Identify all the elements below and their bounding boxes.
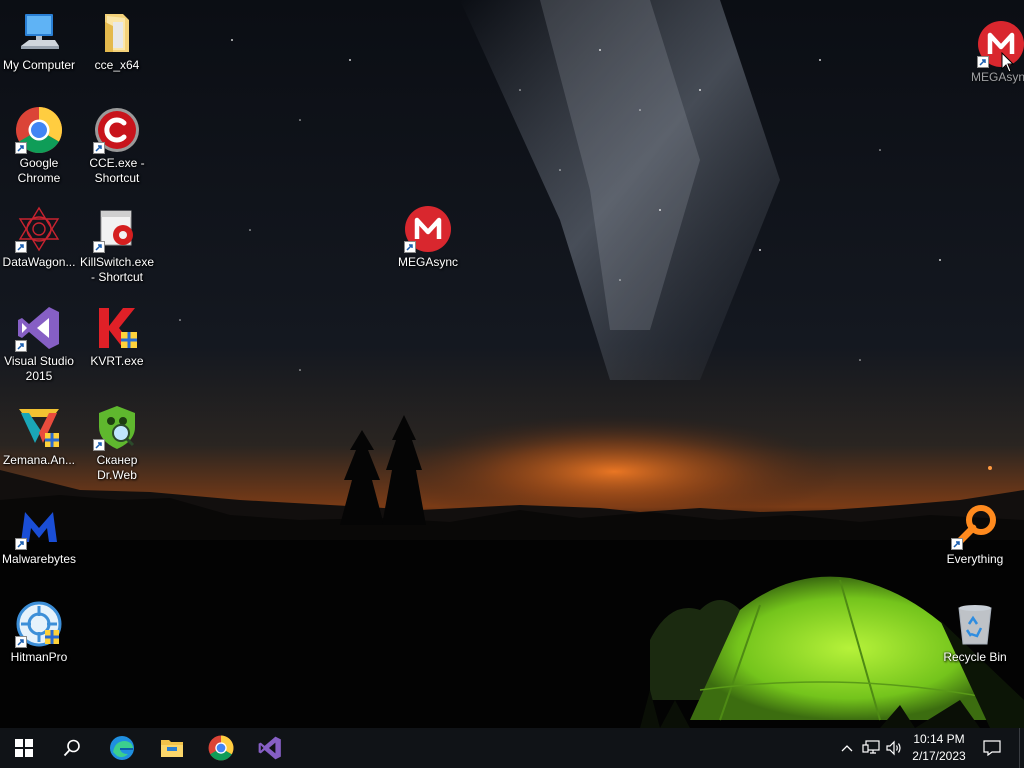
- desktop-icon-drweb-scanner[interactable]: Сканер Dr.Web: [78, 403, 156, 483]
- file-explorer-icon: [161, 740, 183, 757]
- shortcut-arrow-icon: [15, 538, 27, 550]
- taskbar-visual-studio[interactable]: [246, 728, 294, 768]
- taskbar: 10:14 PM 2/17/2023: [0, 728, 1024, 768]
- zemana-icon: [19, 409, 59, 447]
- system-clock[interactable]: 10:14 PM 2/17/2023: [904, 731, 974, 765]
- taskbar-file-explorer[interactable]: [148, 728, 196, 768]
- taskbar-chrome[interactable]: [197, 728, 245, 768]
- desktop-icon-hitmanpro[interactable]: HitmanPro: [0, 600, 78, 665]
- start-icon: [15, 739, 33, 757]
- chevron-up-icon: [841, 745, 853, 752]
- desktop-icon-label: Malwarebytes: [1, 552, 77, 566]
- visual-studio-icon: [258, 736, 281, 760]
- shortcut-arrow-icon: [15, 636, 27, 648]
- desktop-icon-label: KillSwitch.exe - Shortcut: [79, 255, 155, 284]
- shortcut-arrow-icon: [15, 340, 27, 352]
- desktop-icon-kvrt[interactable]: KVRT.exe: [78, 304, 156, 369]
- desktop-icon-malwarebytes[interactable]: Malwarebytes: [0, 502, 78, 567]
- desktop-icon-label: My Computer: [2, 58, 76, 72]
- desktop-icon-label: Recycle Bin: [943, 650, 1007, 664]
- network-button[interactable]: [861, 738, 881, 758]
- mouse-cursor-icon: [1001, 52, 1015, 73]
- desktop-icon-label: HitmanPro: [10, 650, 68, 664]
- desktop-icon-label: Сканер Dr.Web: [96, 453, 138, 482]
- desktop-icon-datawagon[interactable]: DataWagon...: [0, 205, 78, 270]
- shortcut-arrow-icon: [404, 241, 416, 253]
- desktop-icon-cce-shortcut[interactable]: CCE.exe - Shortcut: [78, 106, 156, 186]
- clock-date: 2/17/2023: [912, 749, 966, 763]
- desktop-icon-killswitch-shortcut[interactable]: KillSwitch.exe - Shortcut: [78, 205, 156, 285]
- folder-icon: [105, 14, 129, 52]
- taskbar-edge[interactable]: [98, 728, 146, 768]
- desktop-icon-visual-studio-2015[interactable]: Visual Studio 2015: [0, 304, 78, 384]
- action-center-icon: [983, 740, 1001, 756]
- edge-icon: [110, 736, 134, 760]
- desktop-icon-label: Everything: [946, 552, 1004, 566]
- shortcut-arrow-icon: [93, 241, 105, 253]
- computer-icon: [21, 14, 59, 49]
- desktop-icon-label: DataWagon...: [2, 255, 76, 269]
- shortcut-arrow-icon: [951, 538, 963, 550]
- search-icon: [63, 739, 80, 757]
- volume-icon: [886, 740, 901, 756]
- network-icon: [862, 740, 880, 754]
- desktop-icon-my-computer[interactable]: My Computer: [0, 8, 78, 73]
- shortcut-arrow-icon: [15, 241, 27, 253]
- desktop-icon-label: CCE.exe - Shortcut: [89, 156, 145, 185]
- show-hidden-icons-button[interactable]: [837, 738, 857, 758]
- desktop-icon-cce-x64-folder[interactable]: cce_x64: [78, 8, 156, 73]
- volume-button[interactable]: [884, 738, 904, 758]
- desktop-icon-label: Visual Studio 2015: [4, 354, 74, 383]
- desktop-icon-recycle-bin[interactable]: Recycle Bin: [936, 600, 1014, 665]
- desktop-icon-label: KVRT.exe: [90, 354, 144, 368]
- shortcut-arrow-icon: [15, 142, 27, 154]
- desktop-icon-label: Zemana.An...: [2, 453, 76, 467]
- chrome-icon: [208, 735, 234, 761]
- desktop-icon-label: Google Chrome: [17, 156, 61, 185]
- desktop-icon-megasync[interactable]: MEGAsync: [389, 205, 467, 270]
- action-center-button[interactable]: [978, 728, 1006, 768]
- clock-time: 10:14 PM: [913, 732, 965, 746]
- shortcut-arrow-icon: [977, 56, 989, 68]
- start-button[interactable]: [0, 728, 48, 768]
- desktop-icon-label: cce_x64: [94, 58, 140, 72]
- search-button[interactable]: [48, 728, 96, 768]
- shortcut-arrow-icon: [93, 439, 105, 451]
- shortcut-arrow-icon: [93, 142, 105, 154]
- desktop-icon-google-chrome[interactable]: Google Chrome: [0, 106, 78, 186]
- kvrt-icon: [99, 308, 137, 348]
- desktop-icon-zemana[interactable]: Zemana.An...: [0, 403, 78, 468]
- desktop-icon-label: MEGAsync: [397, 255, 458, 269]
- show-desktop-button[interactable]: [1019, 728, 1024, 768]
- recycle-bin-icon: [958, 605, 992, 645]
- desktop-icon-everything[interactable]: Everything: [936, 502, 1014, 567]
